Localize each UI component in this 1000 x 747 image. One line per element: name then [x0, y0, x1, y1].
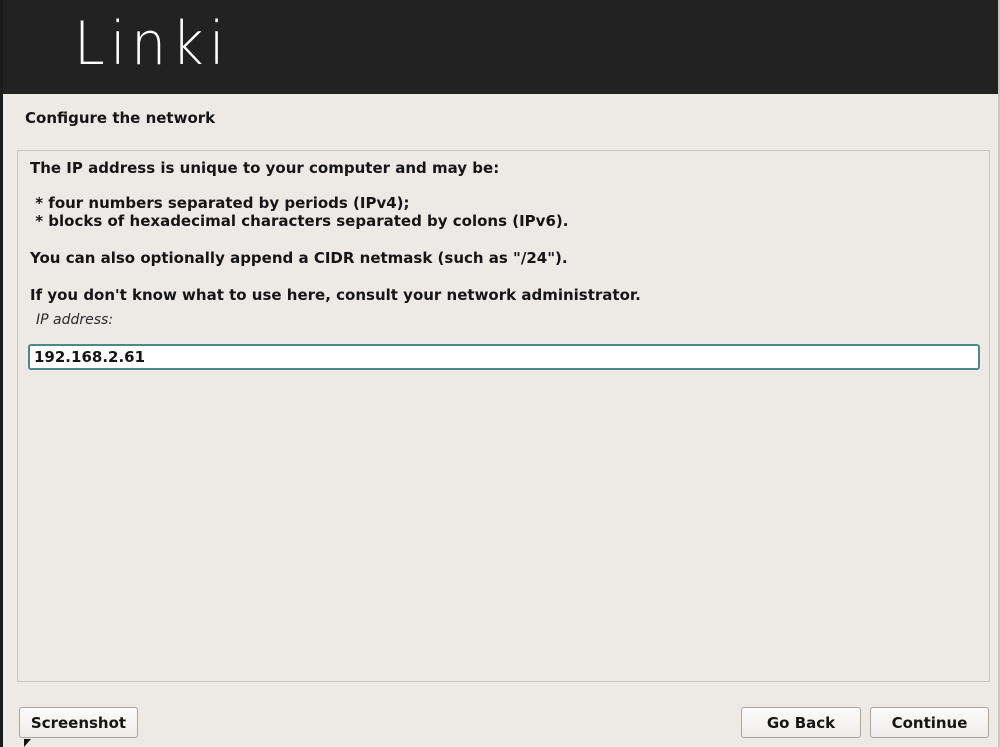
cidr-note: You can also optionally append a CIDR ne… [30, 249, 568, 267]
mouse-pointer-icon [24, 739, 31, 747]
screenshot-button[interactable]: Screenshot [19, 707, 138, 738]
go-back-button[interactable]: Go Back [741, 707, 861, 738]
continue-button[interactable]: Continue [870, 707, 989, 738]
bullet-ipv4: * four numbers separated by periods (IPv… [30, 194, 410, 212]
content-panel: The IP address is unique to your compute… [17, 150, 990, 682]
ip-address-input[interactable] [28, 344, 980, 370]
bullet-ipv6: * blocks of hexadecimal characters separ… [30, 212, 569, 230]
header-bar: Linki [0, 0, 1000, 94]
intro-text: The IP address is unique to your compute… [30, 159, 500, 177]
ip-address-label: IP address: [36, 312, 114, 328]
help-text: If you don't know what to use here, cons… [30, 286, 641, 304]
linki-logo: Linki [74, 9, 230, 79]
page-title: Configure the network [25, 109, 216, 127]
